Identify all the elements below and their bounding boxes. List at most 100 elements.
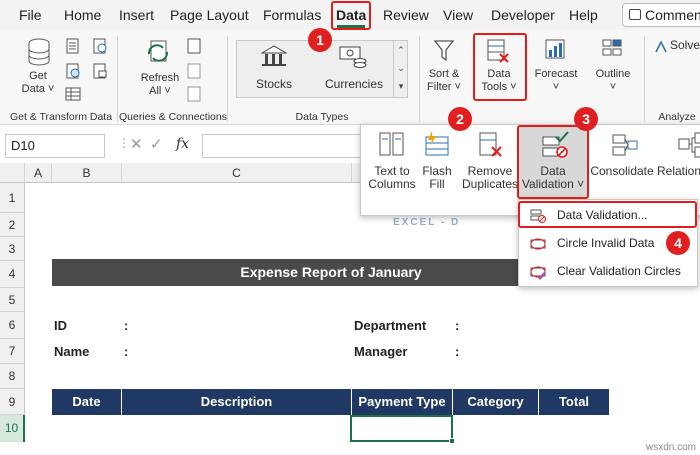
ribbon-separator [117, 36, 118, 122]
header-payment-type: Payment Type [352, 389, 453, 415]
menu-label-circle-invalid-data: Circle Invalid Data [557, 236, 655, 250]
column-header-a[interactable]: A [25, 163, 52, 183]
recent-sources-icon[interactable] [92, 38, 108, 54]
site-watermark: wsxdn.com [645, 442, 696, 453]
callout-badge-1: 1 [308, 28, 332, 52]
tab-review[interactable]: Review [383, 0, 429, 30]
tab-developer[interactable]: Developer [491, 0, 555, 30]
text-to-columns-label-2: Columns [368, 177, 416, 191]
manager-label: Manager [354, 344, 408, 359]
fill-handle[interactable] [449, 438, 455, 444]
header-category: Category [453, 389, 539, 415]
filter-icon [433, 40, 455, 62]
ribbon-separator [227, 36, 228, 122]
forecast-icon [545, 39, 565, 59]
remove-duplicates-button[interactable]: Remove Duplicates [461, 165, 519, 191]
menu-label-clear-validation-circles: Clear Validation Circles [557, 264, 681, 278]
stocks-button[interactable]: Stocks [247, 78, 301, 91]
edit-links-icon[interactable] [186, 86, 202, 102]
selected-cell-d10[interactable] [350, 415, 453, 442]
currencies-button[interactable]: Currencies [321, 78, 387, 91]
tab-page-layout[interactable]: Page Layout [170, 0, 249, 30]
ribbon-separator [644, 36, 645, 122]
flash-fill-icon [425, 131, 449, 156]
callout-box-menu-item [518, 201, 697, 228]
refresh-all-label-1: Refresh [140, 72, 180, 84]
row-header-6[interactable]: 6 [0, 312, 25, 339]
cancel-icon[interactable]: ✕ [130, 135, 143, 153]
text-to-columns-button[interactable]: Text to Columns [367, 165, 417, 191]
get-data-label-2: Data ˅ [21, 83, 55, 95]
forecast-label-1: Forecast [534, 68, 578, 80]
outline-button[interactable]: Outline ˅ [590, 68, 636, 94]
solver-icon [655, 40, 667, 53]
remove-duplicates-icon [479, 132, 502, 157]
row-header-8[interactable]: 8 [0, 364, 25, 389]
outline-icon [602, 39, 622, 56]
watermark-text: EXCEL - D [393, 217, 461, 228]
flash-fill-label-2: Fill [429, 177, 445, 191]
tab-help[interactable]: Help [569, 0, 598, 30]
column-header-b[interactable]: B [52, 163, 122, 183]
flash-fill-button[interactable]: Flash Fill [417, 165, 457, 191]
queries-connections-icon[interactable] [186, 38, 202, 54]
sort-filter-label-1: Sort & [428, 68, 460, 80]
id-label: ID [54, 318, 67, 333]
remove-duplicates-label-2: Duplicates [461, 177, 519, 191]
comments-button[interactable]: Commen [622, 3, 700, 27]
more-icon: ⋮ [118, 136, 130, 150]
select-all-corner[interactable] [0, 163, 25, 183]
circle-invalid-icon [530, 238, 546, 250]
row-header-9[interactable]: 9 [0, 389, 25, 415]
comments-label: Commen [645, 7, 700, 23]
refresh-all-button[interactable]: Refresh All ˅ [135, 72, 185, 98]
row-header-2[interactable]: 2 [0, 213, 25, 237]
department-label: Department [354, 318, 427, 333]
relationships-button[interactable]: Relation [657, 165, 700, 178]
tab-file[interactable]: File [19, 0, 42, 30]
properties-icon[interactable] [186, 63, 202, 79]
ribbon-separator [419, 36, 420, 122]
insert-function-icon[interactable]: fx [176, 136, 189, 152]
forecast-button[interactable]: Forecast ˅ [530, 68, 582, 94]
gallery-scroll[interactable]: ⌃ ⌄ ▾ [393, 41, 408, 98]
header-description: Description [122, 389, 352, 415]
group-label-get-transform: Get & Transform Data [9, 111, 113, 123]
tab-view[interactable]: View [443, 0, 473, 30]
column-header-c[interactable]: C [122, 163, 352, 183]
from-web-icon[interactable] [65, 63, 81, 79]
group-label-analyze: Analyze [658, 111, 696, 123]
outline-label-1: Outline [595, 68, 631, 80]
name-label: Name [54, 344, 90, 359]
enter-icon[interactable]: ✓ [150, 135, 163, 153]
clear-circles-icon [530, 266, 546, 280]
row-header-10[interactable]: 10 [0, 415, 25, 442]
name-colon: : [124, 344, 129, 359]
name-box[interactable]: D10 [5, 134, 105, 158]
forecast-label-2: ˅ [552, 81, 560, 93]
row-header-7[interactable]: 7 [0, 339, 25, 364]
row-header-5[interactable]: 5 [0, 288, 25, 312]
row-header-4[interactable]: 4 [0, 261, 25, 288]
from-text-icon[interactable] [65, 38, 81, 54]
from-table-icon[interactable] [65, 86, 81, 102]
tab-formulas[interactable]: Formulas [263, 0, 321, 30]
tab-home[interactable]: Home [64, 0, 101, 30]
comment-icon [629, 9, 641, 20]
tab-insert[interactable]: Insert [119, 0, 154, 30]
row-header-1[interactable]: 1 [0, 183, 25, 213]
callout-box-data-validation [517, 125, 589, 199]
id-colon: : [124, 318, 129, 333]
solver-button[interactable]: Solve [670, 39, 700, 52]
database-icon [28, 38, 50, 66]
callout-badge-4: 4 [666, 231, 690, 255]
consolidate-button[interactable]: Consolidate [589, 165, 655, 178]
existing-connections-icon[interactable] [92, 63, 108, 79]
formula-controls: ⋮ ✕ ✓ fx [118, 134, 198, 158]
menu-item-clear-validation-circles[interactable]: Clear Validation Circles [519, 258, 699, 285]
row-header-3[interactable]: 3 [0, 237, 25, 261]
callout-badge-2: 2 [448, 107, 472, 131]
currencies-icon [339, 46, 367, 68]
get-data-button[interactable]: Get Data ˅ [18, 70, 58, 96]
sort-filter-button[interactable]: Sort & Filter ˅ [422, 68, 466, 94]
